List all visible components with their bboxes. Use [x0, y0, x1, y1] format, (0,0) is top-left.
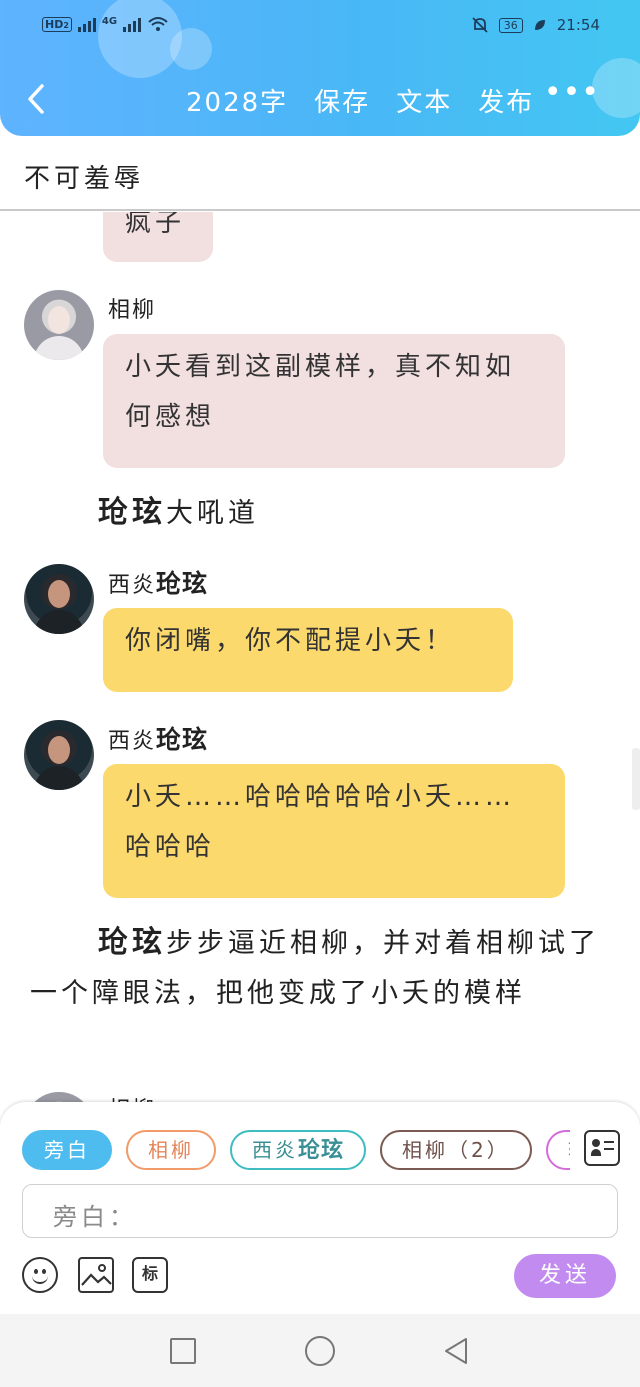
- nav-row: 2028字 保存 文本 发布 •••: [0, 70, 640, 130]
- input-panel: 旁白 相柳 西炎玱玹 相柳（2） 轩 旁白： 标 发送: [0, 1102, 640, 1314]
- system-nav-bar: [0, 1314, 640, 1387]
- back-triangle-icon[interactable]: [442, 1336, 472, 1366]
- message-bubble[interactable]: 疯子: [103, 212, 213, 262]
- avatar-face: [48, 580, 70, 608]
- speaker-prefix: 西炎: [108, 573, 157, 598]
- speaker-prefix: 西炎: [108, 729, 157, 754]
- top-header: HD2 4G 36 21:54 2028字 保存 文本 发布 •••: [0, 0, 640, 136]
- text-button[interactable]: 文本: [396, 82, 452, 119]
- speaker-name: 西炎玱玹: [108, 720, 208, 756]
- avatar-body: [34, 766, 84, 790]
- hd-icon: HD2: [42, 16, 72, 32]
- role-chip-xiyan-canghai[interactable]: 西炎玱玹: [230, 1130, 367, 1170]
- network-type: 4G: [101, 16, 118, 27]
- scrollbar[interactable]: [632, 748, 640, 810]
- chat-area[interactable]: 疯子 相柳 小夭看到这副模样，真不知如何感想 玱玹大吼道 西炎玱玹 你闭嘴，你不…: [0, 212, 640, 1102]
- header-actions: 2028字 保存 文本 发布: [186, 82, 534, 119]
- message-bubble[interactable]: 你闭嘴，你不配提小夭！: [103, 608, 513, 692]
- back-button[interactable]: [18, 78, 54, 118]
- publish-button[interactable]: 发布: [478, 82, 534, 119]
- mute-bell-icon: [472, 17, 488, 33]
- narration-character: 玱玹: [98, 925, 166, 960]
- role-chip-narrator[interactable]: 旁白: [22, 1130, 112, 1170]
- message-text: 小夭……哈哈哈哈哈小夭……哈哈哈: [125, 782, 516, 862]
- tag-button[interactable]: 标: [132, 1257, 168, 1293]
- app-root: HD2 4G 36 21:54 2028字 保存 文本 发布 ••• 不可羞辱 …: [0, 0, 640, 1387]
- role-chip-xuan[interactable]: 轩: [545, 1130, 570, 1170]
- emoji-icon[interactable]: [22, 1257, 58, 1293]
- title-bar: 不可羞辱: [0, 136, 640, 211]
- chip-prefix: 西炎: [252, 1138, 298, 1162]
- wifi-icon: [148, 17, 168, 31]
- battery-icon: 36: [498, 17, 523, 33]
- signal-icon: [77, 16, 96, 32]
- narration-text[interactable]: 玱玹大吼道: [98, 488, 259, 539]
- speaker-name: 相柳: [108, 1092, 156, 1102]
- avatar[interactable]: [24, 564, 94, 634]
- signal-icon-2: [123, 16, 142, 32]
- narration-character: 玱玹: [98, 495, 166, 530]
- role-chips: 旁白 相柳 西炎玱玹 相柳（2） 轩: [22, 1130, 570, 1172]
- avatar-body: [34, 610, 84, 634]
- role-list-icon[interactable]: [584, 1130, 620, 1166]
- more-button[interactable]: •••: [544, 78, 600, 108]
- save-button[interactable]: 保存: [314, 82, 370, 119]
- message-input[interactable]: 旁白：: [22, 1184, 618, 1238]
- narration-body: 大吼道: [166, 498, 259, 529]
- avatar-face: [48, 736, 70, 764]
- speaker-bold: 玱玹: [156, 725, 209, 754]
- word-count: 2028字: [186, 88, 289, 118]
- message-text: 疯子: [125, 212, 186, 238]
- status-bar: HD2 4G 36 21:54: [0, 12, 640, 42]
- speaker-name: 相柳: [108, 298, 157, 323]
- image-icon[interactable]: [78, 1257, 114, 1293]
- send-button[interactable]: 发送: [514, 1254, 616, 1298]
- speaker-bold: 玱玹: [156, 569, 209, 598]
- avatar-body: [34, 336, 84, 360]
- message-bubble[interactable]: 小夭看到这副模样，真不知如何感想: [103, 334, 565, 468]
- speaker-name: 西炎玱玹: [108, 564, 208, 600]
- avatar[interactable]: [24, 720, 94, 790]
- message-bubble[interactable]: 小夭……哈哈哈哈哈小夭……哈哈哈: [103, 764, 565, 898]
- avatar[interactable]: [24, 290, 94, 360]
- avatar[interactable]: [24, 1092, 94, 1102]
- role-chip-xiangliu[interactable]: 相柳: [126, 1130, 216, 1170]
- avatar-face: [48, 306, 70, 334]
- story-title[interactable]: 不可羞辱: [24, 158, 144, 195]
- home-icon[interactable]: [305, 1336, 335, 1366]
- chevron-left-icon: [28, 84, 44, 114]
- message-text: 小夭看到这副模样，真不知如何感想: [125, 352, 516, 432]
- recent-apps-icon[interactable]: [170, 1338, 196, 1364]
- role-chip-xiangliu-2[interactable]: 相柳（2）: [380, 1130, 532, 1170]
- narration-text[interactable]: 玱玹步步逼近相柳，并对着相柳试了一个障眼法，把他变成了小夭的模样: [30, 918, 610, 1019]
- message-text: 你闭嘴，你不配提小夭！: [125, 626, 456, 656]
- clock: 21:54: [556, 16, 600, 34]
- leaf-icon: [534, 20, 545, 30]
- chip-bold: 玱玹: [298, 1138, 345, 1163]
